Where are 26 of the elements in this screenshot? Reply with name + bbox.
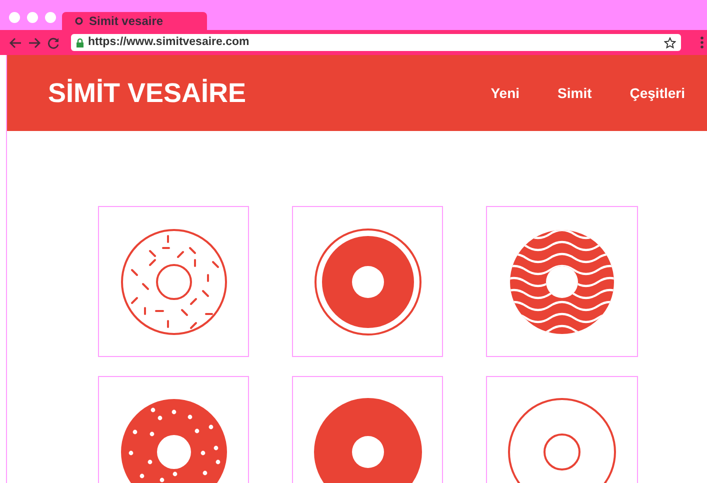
tab-title: Simit vesaire bbox=[89, 13, 164, 30]
product-card[interactable] bbox=[486, 376, 638, 483]
nav-link[interactable]: Çeşitleri bbox=[630, 82, 685, 104]
forward-arrow-icon[interactable] bbox=[28, 36, 41, 48]
star-icon[interactable] bbox=[664, 36, 676, 48]
back-arrow-icon[interactable] bbox=[9, 36, 22, 48]
circle-icon bbox=[75, 17, 83, 25]
product-card[interactable] bbox=[486, 206, 638, 357]
donut-icon bbox=[507, 396, 617, 483]
url-text: https://www.simitvesaire.com bbox=[88, 34, 250, 50]
address-bar[interactable]: https://www.simitvesaire.com bbox=[71, 34, 681, 51]
product-card[interactable] bbox=[292, 376, 443, 483]
more-icon[interactable] bbox=[700, 36, 704, 49]
product-card[interactable] bbox=[98, 206, 249, 357]
site-logo[interactable]: SİMİT VESAİRE bbox=[48, 72, 246, 114]
browser-tab[interactable]: Simit vesaire bbox=[62, 12, 207, 30]
donut-icon bbox=[312, 226, 422, 336]
nav-link[interactable]: Yeni bbox=[490, 82, 520, 104]
lock-icon bbox=[76, 38, 84, 48]
nav-link[interactable]: Simit bbox=[558, 82, 592, 104]
donut-icon bbox=[118, 396, 228, 483]
donut-icon bbox=[118, 226, 228, 336]
reload-icon[interactable] bbox=[47, 36, 60, 48]
product-card[interactable] bbox=[98, 376, 249, 483]
product-card[interactable] bbox=[292, 206, 443, 357]
donut-icon bbox=[312, 396, 422, 483]
